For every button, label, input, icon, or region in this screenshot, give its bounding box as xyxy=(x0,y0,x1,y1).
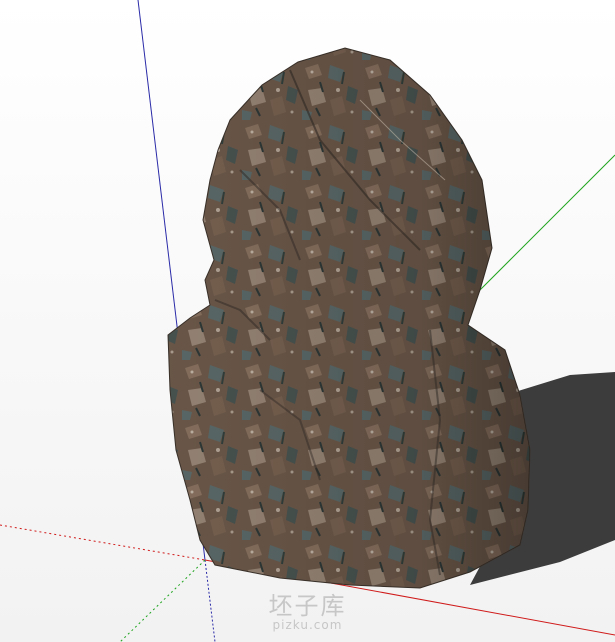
green-axis xyxy=(469,154,615,301)
blue-axis-dotted xyxy=(204,559,216,642)
rock-model[interactable] xyxy=(167,47,531,589)
modeling-viewport[interactable]: 坯子库 pizku.com xyxy=(0,0,615,642)
3d-scene[interactable] xyxy=(0,0,615,642)
red-axis-dotted xyxy=(0,524,206,561)
green-axis-dotted xyxy=(119,559,206,642)
